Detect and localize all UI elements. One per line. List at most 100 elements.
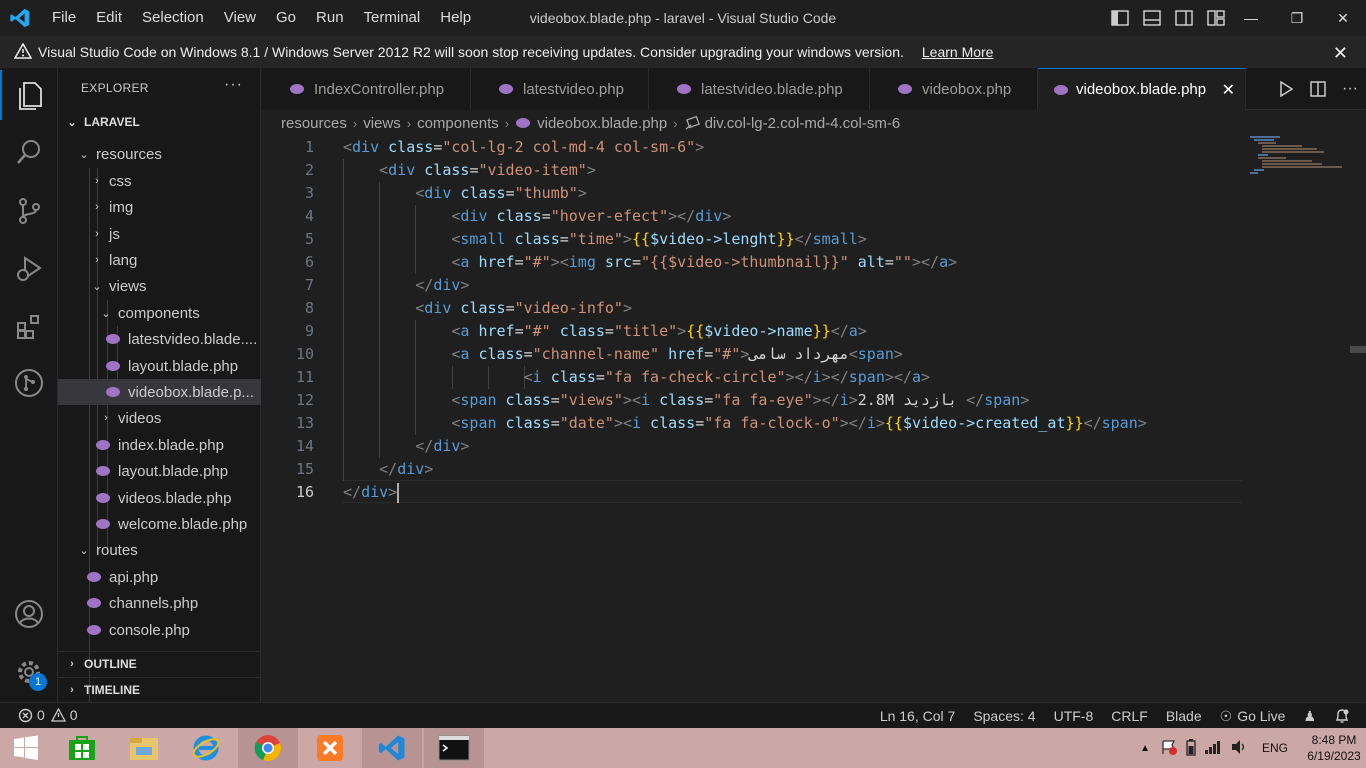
code-line[interactable]: <div class="video-item"> bbox=[343, 159, 596, 182]
cursor-position[interactable]: Ln 16, Col 7 bbox=[871, 708, 965, 724]
input-language[interactable]: ENG bbox=[1262, 741, 1288, 755]
go-live-button[interactable]: ☉ Go Live bbox=[1211, 708, 1295, 725]
indentation[interactable]: Spaces: 4 bbox=[964, 708, 1044, 724]
chrome-icon[interactable] bbox=[238, 728, 298, 768]
source-control-icon[interactable] bbox=[0, 186, 58, 236]
code-line[interactable]: <a href="#"><img src="{{$video->thumbnai… bbox=[343, 251, 957, 274]
code-line[interactable]: <div class="thumb"> bbox=[343, 182, 587, 205]
explorer-icon[interactable] bbox=[0, 70, 58, 120]
network-signal-icon[interactable] bbox=[1204, 740, 1222, 757]
git-graph-icon[interactable] bbox=[0, 358, 58, 408]
tree-file-layout[interactable]: layout.blade.php bbox=[58, 458, 261, 484]
code-line[interactable]: <small class="time">{{$video->lenght}}</… bbox=[343, 228, 866, 251]
xampp-icon[interactable] bbox=[300, 728, 360, 768]
tree-folder-videos[interactable]: › videos bbox=[58, 405, 261, 431]
breadcrumb-item[interactable]: views bbox=[363, 115, 401, 132]
workspace-section[interactable]: ⌄ LARAVEL bbox=[58, 110, 261, 134]
tree-file-welcome[interactable]: welcome.blade.php bbox=[58, 511, 261, 537]
menu-terminal[interactable]: Terminal bbox=[354, 0, 431, 36]
tab-videobox-blade[interactable]: videobox.blade.php ✕ bbox=[1038, 68, 1246, 110]
code-line[interactable]: <a href="#" class="title">{{$video->name… bbox=[343, 320, 866, 343]
code-line[interactable]: <div class="hover-efect"></div> bbox=[343, 205, 731, 228]
minimap[interactable] bbox=[1250, 136, 1350, 176]
accounts-icon[interactable] bbox=[0, 589, 58, 639]
run-debug-icon[interactable] bbox=[0, 243, 58, 293]
tab-videobox[interactable]: videobox.php bbox=[870, 68, 1038, 110]
breadcrumb-item[interactable]: components bbox=[417, 115, 499, 132]
more-actions-icon[interactable]: ··· bbox=[224, 76, 243, 94]
code-line[interactable]: <a class="channel-name" href="#">مهرداد … bbox=[343, 343, 903, 366]
tree-folder-components[interactable]: ⌄ components bbox=[58, 300, 261, 326]
manage-gear-icon[interactable] bbox=[0, 647, 58, 697]
toggle-panel-icon[interactable] bbox=[1136, 0, 1168, 36]
code-line[interactable]: <span class="date"><i class="fa fa-clock… bbox=[343, 412, 1146, 435]
internet-explorer-icon[interactable] bbox=[176, 728, 236, 768]
code-line[interactable]: <i class="fa fa-check-circle"></i></span… bbox=[343, 366, 930, 389]
menu-view[interactable]: View bbox=[214, 0, 266, 36]
code-line[interactable]: <div class="col-lg-2 col-md-4 col-sm-6"> bbox=[343, 136, 704, 159]
line-ending[interactable]: CRLF bbox=[1102, 708, 1157, 724]
tree-file-latestvideo[interactable]: latestvideo.blade.... bbox=[58, 326, 261, 352]
breadcrumb-item[interactable]: div.col-lg-2.col-md-4.col-sm-6 bbox=[705, 115, 901, 132]
problems-indicator[interactable]: 0 0 bbox=[18, 707, 78, 723]
tree-file-api[interactable]: api.php bbox=[58, 564, 261, 590]
encoding[interactable]: UTF-8 bbox=[1045, 708, 1103, 724]
language-mode[interactable]: Blade bbox=[1157, 708, 1211, 724]
notifications-bell-icon[interactable] bbox=[1325, 708, 1366, 724]
restore-icon[interactable]: ❐ bbox=[1274, 0, 1320, 36]
code-line[interactable]: <span class="views"><i class="fa fa-eye"… bbox=[343, 389, 1029, 412]
volume-icon[interactable] bbox=[1230, 739, 1248, 758]
menu-help[interactable]: Help bbox=[430, 0, 481, 36]
more-actions-icon[interactable]: ··· bbox=[1334, 68, 1366, 110]
menu-file[interactable]: File bbox=[42, 0, 86, 36]
close-icon[interactable]: ✕ bbox=[1333, 43, 1348, 64]
tree-folder-routes[interactable]: ⌄ routes bbox=[58, 537, 261, 563]
outline-section[interactable]: › OUTLINE bbox=[58, 651, 261, 675]
code-line[interactable]: </div> bbox=[343, 481, 397, 504]
toggle-sidebar-icon[interactable] bbox=[1104, 0, 1136, 36]
show-hidden-icons-icon[interactable]: ▲ bbox=[1140, 743, 1150, 754]
tree-folder-views[interactable]: ⌄ views bbox=[58, 273, 261, 299]
menu-edit[interactable]: Edit bbox=[86, 0, 132, 36]
tree-folder-css[interactable]: › css bbox=[58, 168, 261, 194]
action-center-flag-icon[interactable] bbox=[1160, 739, 1178, 758]
tree-folder-lang[interactable]: › lang bbox=[58, 247, 261, 273]
tab-indexcontroller[interactable]: IndexController.php bbox=[262, 68, 471, 110]
windows-start-icon[interactable] bbox=[0, 728, 52, 768]
learn-more-link[interactable]: Learn More bbox=[922, 44, 994, 60]
clock[interactable]: 8:48 PM 6/19/2023 bbox=[1302, 732, 1366, 764]
code-line[interactable]: </div> bbox=[343, 458, 433, 481]
toggle-secondary-sidebar-icon[interactable] bbox=[1168, 0, 1200, 36]
minimize-icon[interactable]: — bbox=[1228, 0, 1274, 36]
command-prompt-icon[interactable] bbox=[424, 728, 484, 768]
tab-latestvideo-blade[interactable]: latestvideo.blade.php bbox=[649, 68, 870, 110]
code-line[interactable]: <div class="video-info"> bbox=[343, 297, 632, 320]
search-icon[interactable] bbox=[0, 127, 58, 177]
menu-selection[interactable]: Selection bbox=[132, 0, 214, 36]
code-editor[interactable]: 1 <div class="col-lg-2 col-md-4 col-sm-6"… bbox=[262, 136, 1366, 702]
tree-file-console[interactable]: console.php bbox=[58, 617, 261, 643]
accounts-status-icon[interactable]: ♟ bbox=[1294, 708, 1325, 725]
tree-file-layout-component[interactable]: layout.blade.php bbox=[58, 353, 261, 379]
breadcrumb-item[interactable]: resources bbox=[281, 115, 347, 132]
run-icon[interactable] bbox=[1270, 68, 1302, 110]
menu-run[interactable]: Run bbox=[306, 0, 354, 36]
tree-folder-img[interactable]: › img bbox=[58, 194, 261, 220]
extensions-icon[interactable] bbox=[0, 302, 58, 352]
tree-file-index[interactable]: index.blade.php bbox=[58, 432, 261, 458]
vscode-taskbar-icon[interactable] bbox=[362, 728, 422, 768]
close-tab-icon[interactable]: ✕ bbox=[1222, 80, 1235, 100]
close-window-icon[interactable]: ✕ bbox=[1320, 0, 1366, 36]
timeline-section[interactable]: › TIMELINE bbox=[58, 677, 261, 701]
tree-file-channels[interactable]: channels.php bbox=[58, 590, 261, 616]
tree-file-videobox[interactable]: videobox.blade.p... bbox=[58, 379, 261, 405]
file-explorer-icon[interactable] bbox=[114, 728, 174, 768]
tree-file-videos[interactable]: videos.blade.php bbox=[58, 485, 261, 511]
menu-go[interactable]: Go bbox=[266, 0, 306, 36]
tab-latestvideo[interactable]: latestvideo.php bbox=[471, 68, 649, 110]
code-line[interactable]: </div> bbox=[343, 274, 469, 297]
tree-folder-js[interactable]: › js bbox=[58, 221, 261, 247]
code-line[interactable]: </div> bbox=[343, 435, 469, 458]
tree-folder-resources[interactable]: ⌄ resources bbox=[58, 141, 261, 167]
battery-icon[interactable] bbox=[1186, 738, 1196, 759]
